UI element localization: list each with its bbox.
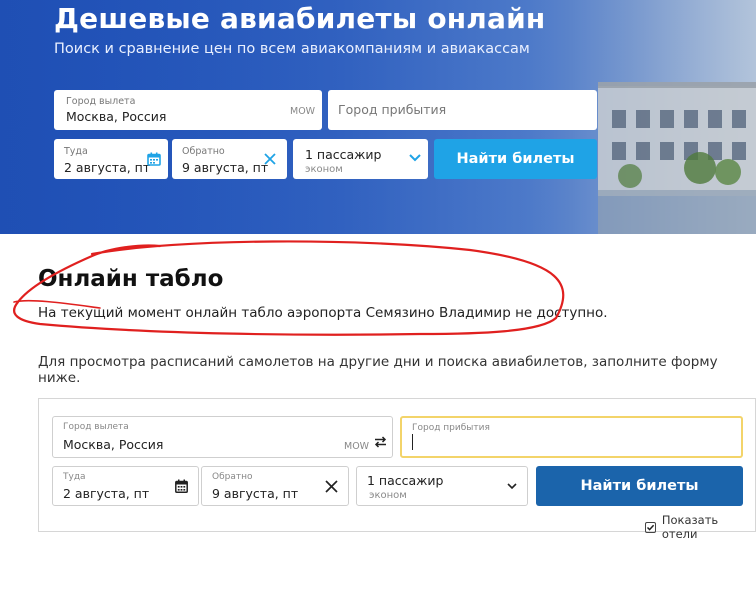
class-value: эконом bbox=[369, 490, 407, 501]
board-hint-text: Для просмотра расписаний самолетов на др… bbox=[38, 354, 718, 386]
clear-date-icon[interactable] bbox=[325, 480, 338, 493]
passengers-value: 1 пассажир bbox=[367, 473, 444, 488]
chevron-down-icon bbox=[507, 483, 517, 490]
chevron-down-icon bbox=[409, 154, 421, 162]
calendar-icon[interactable] bbox=[147, 152, 161, 166]
class-value: эконом bbox=[305, 164, 343, 175]
origin-label: Город вылета bbox=[63, 422, 129, 432]
hero-return-date-field[interactable]: Обратно 9 августа, пт bbox=[172, 139, 287, 179]
return-label: Обратно bbox=[212, 472, 253, 482]
origin-code: MOW bbox=[290, 106, 316, 117]
depart-label: Туда bbox=[64, 146, 88, 157]
show-hotels-label: Показать отели bbox=[661, 513, 719, 541]
return-label: Обратно bbox=[182, 146, 225, 157]
origin-code: MOW bbox=[344, 441, 370, 452]
hero-depart-date-field[interactable]: Туда 2 августа, пт bbox=[54, 139, 168, 179]
checkbox-checked-icon[interactable] bbox=[645, 521, 656, 533]
board-unavailable-notice: На текущий момент онлайн табло аэропорта… bbox=[38, 305, 608, 321]
depart-label: Туда bbox=[63, 472, 86, 482]
passengers-value: 1 пассажир bbox=[305, 147, 382, 162]
return-value: 9 августа, пт bbox=[212, 486, 299, 501]
hero-origin-field[interactable]: Город вылета Москва, Россия MOW bbox=[54, 90, 322, 130]
origin-value: Москва, Россия bbox=[66, 109, 167, 124]
swap-cities-icon[interactable] bbox=[374, 436, 387, 448]
destination-field[interactable]: Город прибытия bbox=[400, 416, 743, 458]
return-value: 9 августа, пт bbox=[182, 160, 269, 175]
depart-value: 2 августа, пт bbox=[64, 160, 151, 175]
search-tickets-button[interactable]: Найти билеты bbox=[536, 466, 743, 506]
hero-banner: Дешевые авиабилеты онлайн Поиск и сравне… bbox=[0, 0, 756, 234]
page-title: Дешевые авиабилеты онлайн bbox=[54, 2, 546, 35]
origin-value: Москва, Россия bbox=[63, 437, 164, 452]
destination-placeholder: Город прибытия bbox=[338, 102, 447, 117]
destination-label: Город прибытия bbox=[412, 423, 490, 433]
origin-label: Город вылета bbox=[66, 96, 136, 107]
calendar-icon[interactable] bbox=[175, 479, 188, 493]
page-subtitle: Поиск и сравнение цен по всем авиакомпан… bbox=[54, 41, 530, 57]
hero-search-button[interactable]: Найти билеты bbox=[434, 139, 597, 179]
depart-date-field[interactable]: Туда 2 августа, пт bbox=[52, 466, 199, 506]
passengers-select[interactable]: 1 пассажир эконом bbox=[356, 466, 528, 506]
hero-destination-field[interactable]: Город прибытия bbox=[328, 90, 597, 130]
show-hotels-checkbox[interactable]: Показать отели bbox=[645, 513, 756, 541]
board-title: Онлайн табло bbox=[38, 266, 224, 292]
origin-field[interactable]: Город вылета Москва, Россия MOW bbox=[52, 416, 393, 458]
text-cursor bbox=[412, 434, 413, 450]
hero-passengers-select[interactable]: 1 пассажир эконом bbox=[293, 139, 428, 179]
clear-date-icon[interactable] bbox=[264, 153, 276, 165]
depart-value: 2 августа, пт bbox=[63, 486, 150, 501]
return-date-field[interactable]: Обратно 9 августа, пт bbox=[201, 466, 349, 506]
